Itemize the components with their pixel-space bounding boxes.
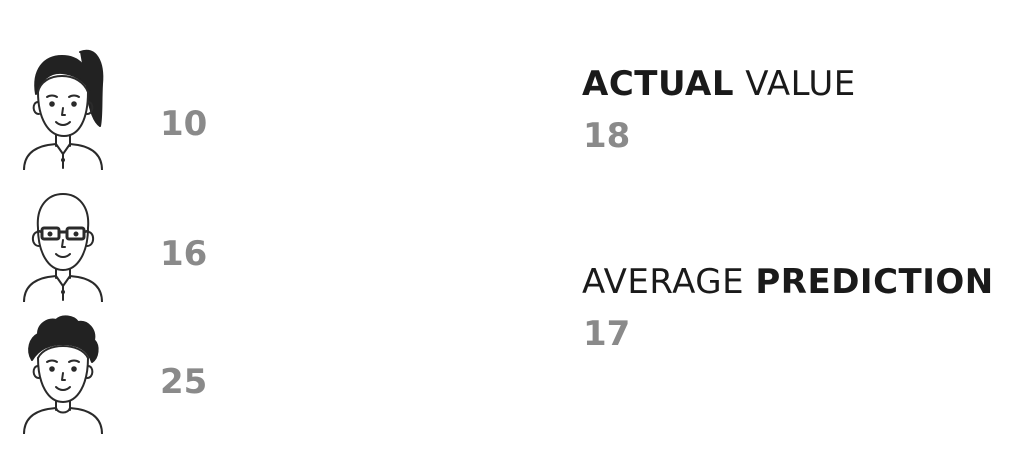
prediction-value-1: 10 — [160, 104, 208, 144]
actual-label-bold: ACTUAL — [582, 64, 734, 104]
woman-ponytail-avatar-icon — [23, 49, 104, 170]
average-prediction-value: 17 — [583, 314, 631, 354]
actual-value: 18 — [583, 116, 631, 156]
person-3 — [18, 304, 108, 434]
actual-label-rest: VALUE — [734, 64, 856, 104]
person-2 — [18, 172, 108, 302]
bald-glasses-man-avatar-icon — [23, 193, 103, 302]
prediction-value-3: 25 — [160, 362, 208, 402]
actual-value-heading: ACTUAL VALUE — [582, 64, 856, 104]
average-label-bold: PREDICTION — [755, 262, 994, 302]
prediction-value-2: 16 — [160, 234, 208, 274]
average-label-rest: AVERAGE — [582, 262, 756, 302]
curly-hair-person-avatar-icon — [23, 315, 103, 434]
person-1 — [18, 40, 108, 170]
average-prediction-heading: AVERAGE PREDICTION — [582, 262, 994, 302]
